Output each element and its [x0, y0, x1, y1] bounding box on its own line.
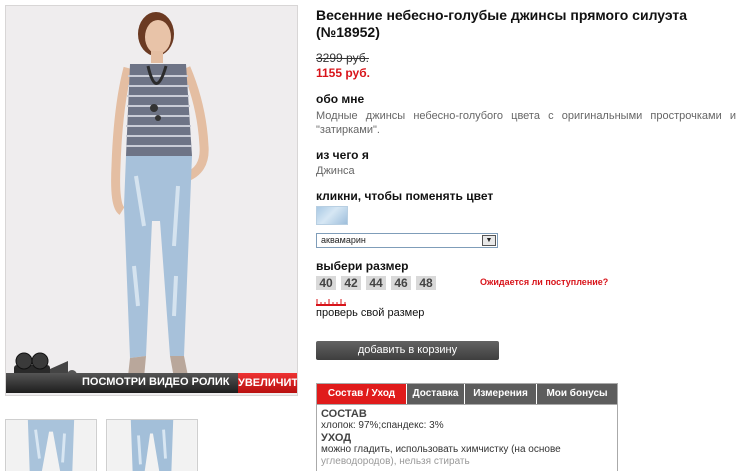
color-select[interactable]: аквамарин ▼ — [316, 233, 498, 248]
color-heading: кликни, чтобы поменять цвет — [316, 189, 494, 203]
size-options: 40 42 44 46 48 — [316, 276, 436, 290]
watch-video-link[interactable]: ПОСМОТРИ ВИДЕО РОЛИК — [82, 376, 229, 388]
size-option-40[interactable]: 40 — [316, 276, 336, 290]
thumbnail-2[interactable] — [106, 419, 198, 471]
old-price: 3299 руб. — [316, 51, 369, 65]
video-bar[interactable]: ПОСМОТРИ ВИДЕО РОЛИК УВЕЛИЧИТЬ — [6, 373, 297, 393]
tab-measurements[interactable]: Измерения — [465, 384, 537, 404]
care-text-continued: углеводородов), нельзя стирать — [321, 456, 470, 467]
size-heading: выбери размер — [316, 259, 409, 273]
thumbnail-image — [6, 420, 96, 471]
new-price: 1155 руб. — [316, 66, 370, 80]
care-heading: УХОД — [321, 432, 352, 444]
thumbnail-1[interactable] — [5, 419, 97, 471]
tab-bar: Состав / Уход Доставка Измерения Мои бон… — [317, 384, 617, 405]
model-image — [111, 12, 209, 391]
chevron-down-icon[interactable]: ▼ — [482, 235, 496, 246]
size-option-48[interactable]: 48 — [416, 276, 436, 290]
material-text: Джинса — [316, 165, 355, 177]
size-option-42[interactable]: 42 — [341, 276, 361, 290]
awaiting-stock-link[interactable]: Ожидается ли поступление? — [480, 277, 608, 287]
tab-content: СОСТАВ хлопок: 97%;спандекс: 3% УХОД мож… — [317, 405, 617, 471]
info-tabs: Состав / Уход Доставка Измерения Мои бон… — [316, 383, 618, 471]
size-option-46[interactable]: 46 — [391, 276, 411, 290]
about-heading: обо мне — [316, 92, 365, 106]
check-size-link[interactable]: проверь свой размер — [316, 307, 424, 319]
color-select-value: аквамарин — [321, 235, 366, 245]
enlarge-button[interactable]: УВЕЛИЧИТЬ — [238, 373, 297, 393]
composition-heading: СОСТАВ — [321, 408, 367, 420]
product-title: Весенние небесно-голубые джинсы прямого … — [316, 7, 688, 40]
ruler-icon — [316, 299, 346, 306]
thumbnail-image — [107, 420, 197, 471]
add-to-cart-button[interactable]: добавить в корзину — [316, 341, 499, 360]
composition-text: хлопок: 97%;спандекс: 3% — [321, 420, 444, 431]
size-option-44[interactable]: 44 — [366, 276, 386, 290]
tab-bonuses[interactable]: Мои бонусы — [537, 384, 617, 404]
about-text: Модные джинсы небесно-голубого цвета с о… — [316, 110, 736, 136]
material-heading: из чего я — [316, 148, 369, 162]
color-swatch[interactable] — [316, 206, 348, 225]
tab-delivery[interactable]: Доставка — [407, 384, 465, 404]
tab-composition-care[interactable]: Состав / Уход — [317, 384, 407, 404]
care-text: можно гладить, использовать химчистку (н… — [321, 444, 561, 455]
product-photo[interactable]: ПОСМОТРИ ВИДЕО РОЛИК УВЕЛИЧИТЬ — [5, 5, 298, 396]
